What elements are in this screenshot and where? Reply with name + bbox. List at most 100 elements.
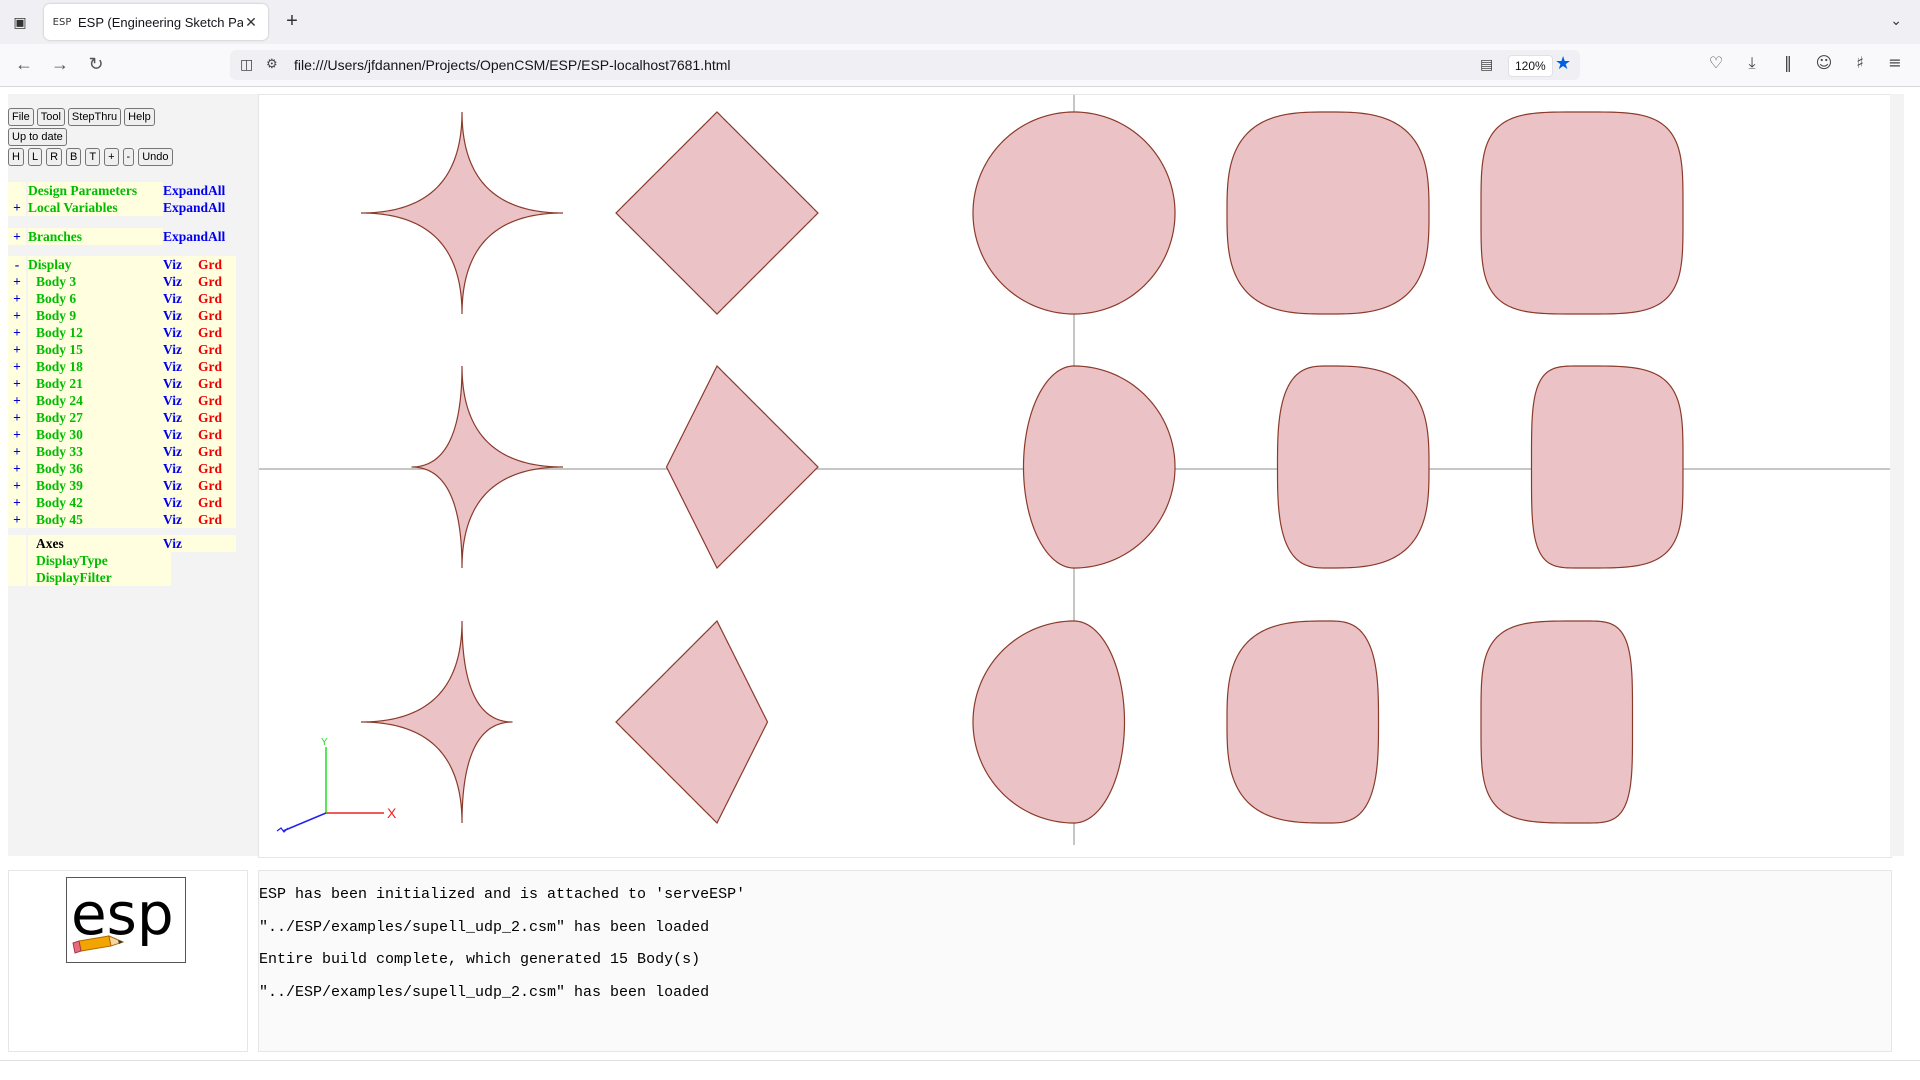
body-viz-toggle[interactable]: Viz <box>163 290 198 307</box>
body-expand[interactable]: + <box>8 341 26 358</box>
body-expand[interactable]: + <box>8 392 26 409</box>
body-viz-toggle[interactable]: Viz <box>163 494 198 511</box>
undo-button[interactable]: Undo <box>138 148 173 166</box>
branches-expand[interactable]: + <box>8 228 26 245</box>
axes-viz-toggle[interactable]: Viz <box>163 535 198 552</box>
body-grd-toggle[interactable]: Grd <box>198 273 236 290</box>
body-label[interactable]: Body 21 <box>28 375 171 392</box>
body-expand[interactable]: + <box>8 477 26 494</box>
page-icon[interactable]: ◫ <box>240 56 253 73</box>
body-grd-toggle[interactable]: Grd <box>198 426 236 443</box>
body-label[interactable]: Body 33 <box>28 443 171 460</box>
display-type-label[interactable]: DisplayType <box>28 552 171 569</box>
body-grd-toggle[interactable]: Grd <box>198 477 236 494</box>
display-grd-toggle[interactable]: Grd <box>198 256 236 273</box>
body-expand[interactable]: + <box>8 511 26 528</box>
body-label[interactable]: Body 39 <box>28 477 171 494</box>
body-label[interactable]: Body 30 <box>28 426 171 443</box>
display-label[interactable]: Display <box>28 256 163 273</box>
body-shape[interactable] <box>1276 365 1430 569</box>
branches-expandall[interactable]: ExpandAll <box>163 228 243 245</box>
library-icon[interactable]: ‖ <box>1777 53 1799 72</box>
body-expand[interactable]: + <box>8 358 26 375</box>
body-label[interactable]: Body 3 <box>28 273 171 290</box>
body-expand[interactable]: + <box>8 273 26 290</box>
file-button[interactable]: File <box>8 108 34 126</box>
design-parameters-label[interactable]: Design Parameters <box>28 182 163 199</box>
view-left-button[interactable]: L <box>27 148 43 166</box>
body-shape[interactable] <box>1022 365 1176 569</box>
body-viz-toggle[interactable]: Viz <box>163 273 198 290</box>
body-label[interactable]: Body 15 <box>28 341 171 358</box>
body-grd-toggle[interactable]: Grd <box>198 375 236 392</box>
body-shape[interactable] <box>361 112 563 314</box>
body-grd-toggle[interactable]: Grd <box>198 494 236 511</box>
body-expand[interactable]: + <box>8 460 26 477</box>
account-icon[interactable]: ☺ <box>1813 53 1835 72</box>
body-expand[interactable]: + <box>8 324 26 341</box>
body-label[interactable]: Body 6 <box>28 290 171 307</box>
display-viz-toggle[interactable]: Viz <box>163 256 198 273</box>
body-shape[interactable] <box>411 366 564 568</box>
body-viz-toggle[interactable]: Viz <box>163 358 198 375</box>
body-viz-toggle[interactable]: Viz <box>163 392 198 409</box>
bookmark-star-icon[interactable]: ★ <box>1555 53 1571 74</box>
view-right-button[interactable]: R <box>46 148 63 166</box>
body-label[interactable]: Body 9 <box>28 307 171 324</box>
extensions-icon[interactable]: ♯ <box>1849 53 1871 72</box>
graphics-window[interactable]: X Y <box>258 94 1892 858</box>
local-variables-label[interactable]: Local Variables <box>28 199 163 216</box>
view-home-button[interactable]: H <box>8 148 24 166</box>
local-variables-expandall[interactable]: ExpandAll <box>163 199 243 216</box>
menu-icon[interactable]: ≡ <box>1884 53 1906 72</box>
list-all-tabs-icon[interactable]: ⌄ <box>1890 12 1902 29</box>
body-viz-toggle[interactable]: Viz <box>163 409 198 426</box>
body-viz-toggle[interactable]: Viz <box>163 477 198 494</box>
help-button[interactable]: Help <box>124 108 155 126</box>
body-shape[interactable] <box>1480 620 1634 824</box>
body-viz-toggle[interactable]: Viz <box>163 426 198 443</box>
body-grd-toggle[interactable]: Grd <box>198 290 236 307</box>
display-collapse[interactable]: - <box>8 256 26 273</box>
body-grd-toggle[interactable]: Grd <box>198 358 236 375</box>
body-shape[interactable] <box>615 111 819 315</box>
body-shape[interactable] <box>615 619 769 825</box>
forward-icon[interactable]: → <box>48 52 72 76</box>
body-grd-toggle[interactable]: Grd <box>198 341 236 358</box>
url-text[interactable]: file:///Users/jfdannen/Projects/OpenCSM/… <box>294 57 731 73</box>
body-expand[interactable]: + <box>8 290 26 307</box>
body-viz-toggle[interactable]: Viz <box>163 375 198 392</box>
back-icon[interactable]: ← <box>12 52 36 76</box>
body-viz-toggle[interactable]: Viz <box>163 511 198 528</box>
tool-button[interactable]: Tool <box>36 108 65 126</box>
stepthru-button[interactable]: StepThru <box>67 108 122 126</box>
body-label[interactable]: Body 12 <box>28 324 171 341</box>
body-grd-toggle[interactable]: Grd <box>198 460 236 477</box>
body-label[interactable]: Body 24 <box>28 392 171 409</box>
body-expand[interactable]: + <box>8 426 26 443</box>
body-label[interactable]: Body 36 <box>28 460 171 477</box>
body-grd-toggle[interactable]: Grd <box>198 392 236 409</box>
view-bottom-button[interactable]: B <box>66 148 82 166</box>
body-viz-toggle[interactable]: Viz <box>163 443 198 460</box>
body-shape[interactable] <box>361 621 513 823</box>
body-shape[interactable] <box>665 364 819 570</box>
body-shape[interactable] <box>972 620 1126 824</box>
body-grd-toggle[interactable]: Grd <box>198 324 236 341</box>
downloads-icon[interactable]: ⤓ <box>1741 53 1763 73</box>
zoom-in-button[interactable]: + <box>104 148 119 166</box>
body-expand[interactable]: + <box>8 494 26 511</box>
graphics-canvas[interactable]: X Y <box>259 95 1891 857</box>
url-bar[interactable]: ◫ ⚙ file:///Users/jfdannen/Projects/Open… <box>230 50 1580 80</box>
reader-view-icon[interactable]: ▤ <box>1480 56 1493 73</box>
body-expand[interactable]: + <box>8 409 26 426</box>
pocket-icon[interactable]: ♡ <box>1705 53 1727 72</box>
body-shape[interactable] <box>972 111 1176 315</box>
body-expand[interactable]: + <box>8 443 26 460</box>
body-grd-toggle[interactable]: Grd <box>198 511 236 528</box>
body-shape[interactable] <box>1226 620 1380 824</box>
browser-tab[interactable]: ESP ESP (Engineering Sketch Pad, V ✕ <box>44 4 268 40</box>
close-tab-icon[interactable]: ✕ <box>243 14 259 31</box>
body-expand[interactable]: + <box>8 375 26 392</box>
body-shape[interactable] <box>1530 365 1684 569</box>
